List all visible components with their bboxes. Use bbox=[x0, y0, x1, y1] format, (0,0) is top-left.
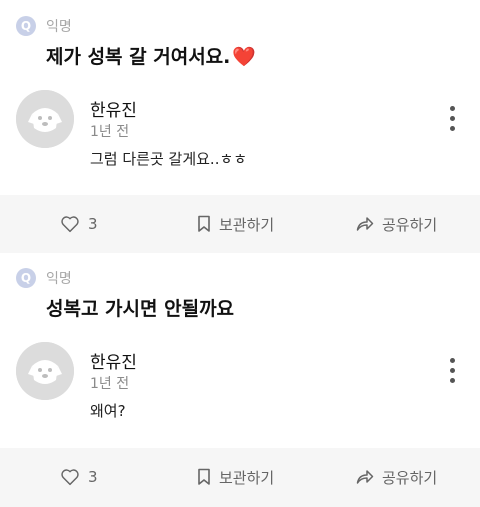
more-vertical-icon-dot bbox=[449, 126, 455, 131]
share-arrow-icon bbox=[356, 217, 374, 231]
reply-author-name[interactable]: 한유진 bbox=[90, 348, 137, 373]
reply-text: 왜여? bbox=[90, 402, 126, 420]
share-arrow-icon bbox=[356, 470, 374, 484]
more-options-button[interactable] bbox=[448, 106, 456, 131]
reply-timestamp: 1년 전 bbox=[90, 124, 130, 140]
more-options-button[interactable] bbox=[448, 358, 456, 383]
more-vertical-icon-dot bbox=[449, 368, 455, 373]
reply-author-name[interactable]: 한유진 bbox=[90, 96, 137, 121]
share-button[interactable]: 공유하기 bbox=[356, 214, 437, 235]
question-text[interactable]: 제가 성복 갈 거여서요. ❤️ bbox=[46, 42, 256, 69]
share-button[interactable]: 공유하기 bbox=[356, 467, 437, 488]
question-title: 제가 성복 갈 거여서요. bbox=[46, 46, 231, 68]
save-label: 보관하기 bbox=[219, 468, 275, 487]
post-card: Q 익명 성복고 가시면 안될까요 한유진 1년 전 왜여? 3 보관하기 공유… bbox=[0, 253, 480, 506]
like-button[interactable]: 3 bbox=[60, 468, 98, 486]
avatar[interactable] bbox=[16, 90, 74, 148]
reply-text: 그럼 다른곳 갈게요..ㅎㅎ bbox=[90, 150, 248, 168]
question-header: Q 익명 bbox=[16, 16, 72, 36]
save-label: 보관하기 bbox=[219, 215, 275, 234]
reply-timestamp: 1년 전 bbox=[90, 376, 130, 392]
like-button[interactable]: 3 bbox=[60, 215, 98, 233]
heart-emoji: ❤️ bbox=[232, 46, 257, 68]
like-count: 3 bbox=[88, 215, 98, 233]
question-text[interactable]: 성복고 가시면 안될까요 bbox=[46, 294, 234, 321]
bookmark-icon bbox=[198, 215, 210, 232]
anonymous-label: 익명 bbox=[46, 19, 72, 35]
question-header: Q 익명 bbox=[16, 268, 72, 288]
feed: Q 익명 제가 성복 갈 거여서요. ❤️ 한유진 1년 전 그럼 다른곳 갈게요… bbox=[0, 0, 480, 506]
default-avatar-icon bbox=[16, 90, 74, 148]
more-vertical-icon bbox=[449, 106, 455, 111]
post-card: Q 익명 제가 성복 갈 거여서요. ❤️ 한유진 1년 전 그럼 다른곳 갈게요… bbox=[0, 0, 480, 253]
more-vertical-icon bbox=[449, 358, 455, 363]
action-bar: 3 보관하기 공유하기 bbox=[0, 448, 480, 506]
question-badge: Q bbox=[16, 268, 36, 288]
share-label: 공유하기 bbox=[382, 215, 438, 234]
heart-outline-icon bbox=[61, 469, 79, 486]
question-title: 성복고 가시면 안될까요 bbox=[46, 298, 235, 320]
more-vertical-icon-dot bbox=[449, 378, 455, 383]
bookmark-icon bbox=[198, 468, 210, 485]
like-count: 3 bbox=[88, 468, 98, 486]
share-label: 공유하기 bbox=[382, 468, 438, 487]
heart-outline-icon bbox=[61, 216, 79, 233]
anonymous-label: 익명 bbox=[46, 271, 72, 287]
save-button[interactable]: 보관하기 bbox=[197, 467, 274, 488]
action-bar: 3 보관하기 공유하기 bbox=[0, 195, 480, 253]
avatar[interactable] bbox=[16, 342, 74, 400]
save-button[interactable]: 보관하기 bbox=[197, 214, 274, 235]
default-avatar-icon bbox=[16, 342, 74, 400]
more-vertical-icon-dot bbox=[449, 116, 455, 121]
question-badge: Q bbox=[16, 16, 36, 36]
